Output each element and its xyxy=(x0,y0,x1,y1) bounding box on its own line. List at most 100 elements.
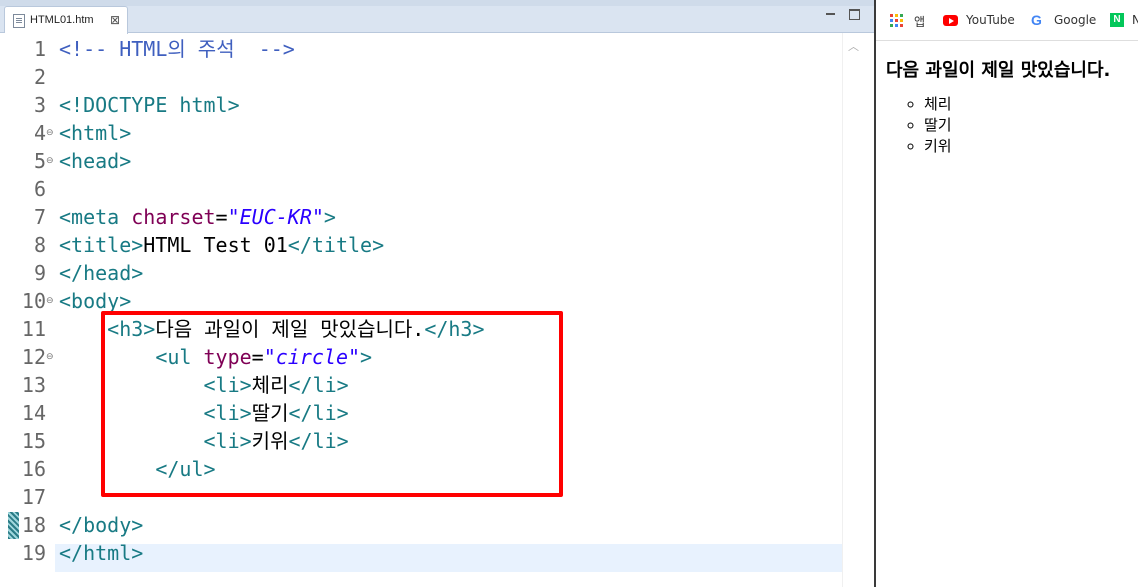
code-token: 체리 xyxy=(251,373,289,397)
code-line[interactable]: 14 <li>딸기</li> xyxy=(0,399,874,427)
code-token: 다음 과일이 제일 맛있습니다. xyxy=(155,317,425,341)
editor-tab-bar: HTML01.htm ⊠ xyxy=(0,0,874,34)
code-token: <li> xyxy=(203,401,252,425)
code-token: </head> xyxy=(59,261,144,285)
code-line[interactable]: 6 xyxy=(0,175,874,203)
code-line[interactable]: 19 </html> xyxy=(0,539,874,567)
naver-icon[interactable]: N xyxy=(1110,13,1124,27)
line-number: 13 xyxy=(21,373,46,397)
line-number: 10 xyxy=(21,289,46,313)
apps-grid-icon[interactable] xyxy=(890,14,904,28)
code-line[interactable]: 18 </body> xyxy=(0,511,874,539)
tab-bar-strip xyxy=(0,0,874,6)
code-line[interactable]: 17 xyxy=(0,483,874,511)
vertical-scrollbar[interactable]: ︿ xyxy=(842,33,875,587)
bookmarks-bar: 앱 YouTube G Google N N xyxy=(876,0,1138,41)
fold-toggle-icon[interactable]: ⊖ xyxy=(46,297,54,306)
code-line[interactable]: 10 ⊖ <body> xyxy=(0,287,874,315)
fold-toggle-icon[interactable]: ⊖ xyxy=(46,353,54,362)
code-token: <li> xyxy=(203,373,252,397)
code-text: </ul> xyxy=(59,455,216,483)
code-line[interactable]: 3 <!DOCTYPE html> xyxy=(0,91,874,119)
code-token: <title> xyxy=(59,233,144,257)
code-text: <h3>다음 과일이 제일 맛있습니다.</h3> xyxy=(59,315,484,343)
code-line[interactable]: 2 xyxy=(0,63,874,91)
code-text: <ul type="circle"> xyxy=(59,343,372,371)
list-item: 체리 xyxy=(924,94,1110,115)
line-number: 19 xyxy=(21,541,46,565)
code-line[interactable]: 13 <li>체리</li> xyxy=(0,371,874,399)
code-token: = xyxy=(215,205,228,229)
line-number: 16 xyxy=(21,457,46,481)
code-line[interactable]: 9 </head> xyxy=(0,259,874,287)
code-token: </li> xyxy=(288,401,349,425)
tab-title: HTML01.htm xyxy=(30,14,94,26)
tab-html01[interactable]: HTML01.htm ⊠ xyxy=(4,6,128,34)
code-token: charset xyxy=(131,205,216,229)
code-token: <!-- HTML의 주석 --> xyxy=(59,37,295,61)
code-token: <html> xyxy=(59,121,132,145)
code-token: 키위 xyxy=(251,429,289,453)
minimize-icon[interactable] xyxy=(826,13,835,15)
code-token: </html> xyxy=(59,541,144,565)
maximize-icon[interactable] xyxy=(849,9,860,20)
code-editor: HTML01.htm ⊠ 1 <!-- HTML의 주석 --> 2 3 <!DOCTY… xyxy=(0,0,897,587)
line-number: 11 xyxy=(21,317,46,341)
code-token: = xyxy=(251,345,264,369)
code-text: <html> xyxy=(59,119,131,147)
bookmark-youtube[interactable]: YouTube xyxy=(966,13,1015,29)
page-heading: 다음 과일이 제일 맛있습니다. xyxy=(886,60,1111,81)
list-item: 딸기 xyxy=(924,115,1110,136)
code-token: </title> xyxy=(287,233,385,257)
youtube-icon[interactable] xyxy=(943,15,958,26)
code-line[interactable]: 8 <title>HTML Test 01</title> xyxy=(0,231,874,259)
code-text: <!DOCTYPE html> xyxy=(59,91,240,119)
line-number: 3 xyxy=(33,93,46,117)
code-text: <head> xyxy=(59,147,131,175)
code-token: <li> xyxy=(203,429,252,453)
code-token: > xyxy=(360,345,373,369)
code-token: HTML Test 01 xyxy=(143,233,288,257)
fold-toggle-icon[interactable]: ⊖ xyxy=(46,157,54,166)
code-line[interactable]: 4 ⊖ <html> xyxy=(0,119,874,147)
code-token: "EUC-KR" xyxy=(227,205,324,229)
line-number: 8 xyxy=(33,233,46,257)
code-line[interactable]: 15 <li>키위</li> xyxy=(0,427,874,455)
code-token: html xyxy=(179,93,228,117)
line-number: 6 xyxy=(33,177,46,201)
fruit-list: 체리 딸기 키위 xyxy=(886,94,1110,157)
code-token: </body> xyxy=(59,513,144,537)
line-number: 1 xyxy=(33,37,46,61)
line-number: 2 xyxy=(33,65,46,89)
fold-toggle-icon[interactable]: ⊖ xyxy=(46,129,54,138)
code-text: <!-- HTML의 주석 --> xyxy=(59,35,295,63)
bookmark-apps[interactable]: 앱 xyxy=(914,13,925,29)
bookmark-google[interactable]: Google xyxy=(1054,13,1096,29)
code-token: </ul> xyxy=(155,457,216,481)
code-line[interactable]: 7 <meta charset="EUC-KR"> xyxy=(0,203,874,231)
code-token: > xyxy=(227,93,240,117)
rendered-page: 다음 과일이 제일 맛있습니다. 체리 딸기 키위 xyxy=(886,56,1110,157)
file-icon xyxy=(13,14,25,28)
code-line[interactable]: 12 ⊖ <ul type="circle"> xyxy=(0,343,874,371)
code-line[interactable]: 1 <!-- HTML의 주석 --> xyxy=(0,35,874,63)
code-text: <li>체리</li> xyxy=(59,371,349,399)
code-line[interactable]: 5 ⊖ <head> xyxy=(0,147,874,175)
code-line[interactable]: 16 </ul> xyxy=(0,455,874,483)
google-icon[interactable]: G xyxy=(1031,12,1042,28)
line-number: 7 xyxy=(33,205,46,229)
code-line[interactable]: 11 <h3>다음 과일이 제일 맛있습니다.</h3> xyxy=(0,315,874,343)
code-text: </html> xyxy=(59,539,143,567)
code-token: <head> xyxy=(59,149,132,173)
scroll-up-icon[interactable]: ︿ xyxy=(848,38,859,54)
code-token: <h3> xyxy=(107,317,156,341)
browser-preview: 앱 YouTube G Google N N 다음 과일이 제일 맛있습니다. … xyxy=(876,0,1138,587)
bookmark-naver[interactable]: N xyxy=(1132,13,1138,29)
tab-close-icon[interactable]: ⊠ xyxy=(110,13,120,27)
